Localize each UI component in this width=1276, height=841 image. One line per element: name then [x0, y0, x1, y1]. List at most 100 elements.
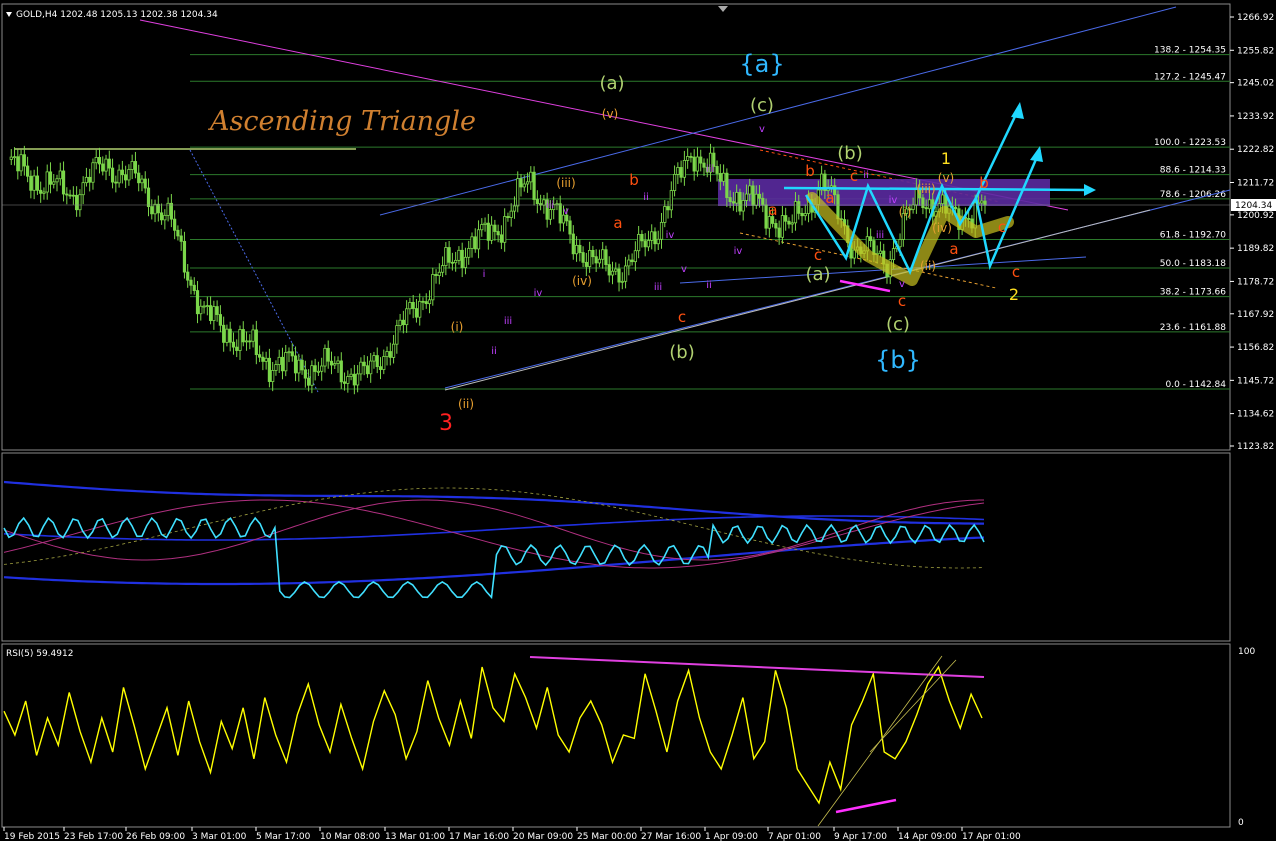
- price-tick-label: 1222.82: [1237, 145, 1274, 155]
- candle-body: [744, 193, 749, 201]
- time-tick-label: 17 Mar 16:00: [449, 832, 509, 841]
- candle-body: [235, 346, 239, 351]
- candle-body: [424, 301, 428, 305]
- wave-label: ii: [643, 192, 649, 203]
- candle-body: [682, 160, 686, 178]
- candle-body: [558, 203, 562, 224]
- candle-body: [898, 239, 902, 248]
- rsi-panel-frame: [1, 643, 1231, 828]
- dropdown-triangle-icon[interactable]: [6, 12, 12, 17]
- wave-label: iv: [534, 288, 543, 299]
- candle-body: [440, 265, 445, 273]
- time-tick-label: 14 Apr 09:00: [898, 832, 957, 841]
- candle-body: [107, 158, 111, 169]
- arrow-head-up: [1011, 102, 1024, 119]
- candle-body: [940, 194, 945, 205]
- candle-body: [803, 213, 807, 217]
- candle-body: [800, 212, 804, 217]
- candle-body: [604, 249, 608, 265]
- candle-body: [208, 305, 213, 321]
- candle-body: [676, 167, 680, 175]
- candle-body: [110, 167, 115, 183]
- wave-label: (c): [886, 314, 910, 335]
- wave-label: 1: [941, 149, 951, 168]
- candle-body: [548, 209, 553, 220]
- candle-body: [512, 205, 517, 212]
- candle-body: [48, 171, 53, 185]
- candle-body: [94, 157, 98, 164]
- candle-body: [869, 236, 873, 242]
- upper-band-line: [3, 480, 984, 525]
- candle-body: [326, 347, 330, 362]
- candle-body: [467, 248, 471, 258]
- scroll-marker-icon[interactable]: [718, 6, 728, 12]
- candle-body: [741, 200, 745, 212]
- candle-body: [653, 231, 657, 245]
- time-tick-label: 1 Apr 09:00: [705, 832, 758, 841]
- price-tick-label: 1255.82: [1237, 46, 1274, 56]
- candle-body: [450, 261, 454, 264]
- price-tick-label: 1200.92: [1237, 211, 1274, 221]
- candle-body: [460, 249, 464, 268]
- candle-body: [179, 235, 183, 242]
- wave-label: (i): [899, 205, 912, 219]
- wave-label: b: [979, 174, 989, 192]
- candle-body: [32, 175, 36, 191]
- candle-body: [104, 158, 108, 172]
- candle-body: [153, 203, 157, 215]
- candle-body: [385, 351, 389, 357]
- wave-label: {a}: [739, 50, 784, 78]
- candle-body: [356, 373, 360, 386]
- candle-body: [228, 328, 232, 343]
- candle-body: [182, 240, 187, 273]
- wave-label: iii: [876, 230, 884, 241]
- wave-label: iv: [889, 195, 898, 206]
- candle-body: [787, 220, 791, 225]
- candle-body: [829, 185, 834, 188]
- price-tick-label: 1167.92: [1237, 310, 1274, 320]
- candle-body: [610, 270, 615, 276]
- wave-label: c: [1012, 263, 1020, 281]
- rsi-label: RSI(5) 59.4912: [6, 649, 73, 659]
- gray-support-line: [444, 209, 1151, 391]
- price-tick-label: 1156.82: [1237, 343, 1274, 353]
- price-tick-label: 1189.82: [1237, 244, 1274, 254]
- wave-label: (i): [451, 320, 464, 334]
- wave-label: c: [814, 246, 822, 264]
- candle-body: [627, 259, 631, 267]
- candle-body: [81, 182, 85, 196]
- candle-body: [293, 355, 298, 374]
- wave-label: c: [998, 218, 1006, 236]
- candle-body: [529, 171, 533, 183]
- candle-body: [248, 340, 252, 343]
- candle-body: [405, 308, 409, 326]
- fibonacci-levels: 138.2 - 1254.35 127.2 - 1245.47 100.0 - 12…: [190, 46, 1230, 390]
- candle-body: [375, 355, 379, 368]
- candle-body: [192, 284, 196, 291]
- candle-body: [12, 156, 17, 159]
- current-price-label: 1204.34: [1235, 201, 1272, 211]
- candle-body: [967, 218, 971, 220]
- time-tick-label: 20 Mar 09:00: [513, 832, 573, 841]
- candle-body: [588, 249, 592, 267]
- price-tick-label: 1266.92: [1237, 13, 1274, 23]
- candle-body: [509, 210, 513, 218]
- candle-body: [679, 167, 683, 178]
- time-tick-label: 10 Mar 08:00: [320, 832, 380, 841]
- candle-body: [646, 239, 651, 248]
- candle-body: [398, 319, 402, 327]
- wave-label: (a): [599, 73, 624, 94]
- rsi-magenta-bottom-trendline: [835, 798, 897, 814]
- candle-body: [522, 183, 526, 188]
- candle-body: [186, 271, 190, 281]
- candle-body: [980, 200, 984, 204]
- candle-body: [695, 156, 700, 172]
- candle-body: [489, 224, 494, 241]
- time-tick-label: 17 Apr 01:00: [962, 832, 1021, 841]
- wave-label: ii: [863, 170, 869, 181]
- candle-body: [225, 328, 229, 343]
- time-tick-label: 5 Mar 17:00: [256, 832, 311, 841]
- symbol-header: GOLD,H4 1202.48 1205.13 1202.38 1204.34: [16, 10, 218, 20]
- time-tick-label: 25 Mar 00:00: [577, 832, 637, 841]
- candle-body: [571, 233, 575, 255]
